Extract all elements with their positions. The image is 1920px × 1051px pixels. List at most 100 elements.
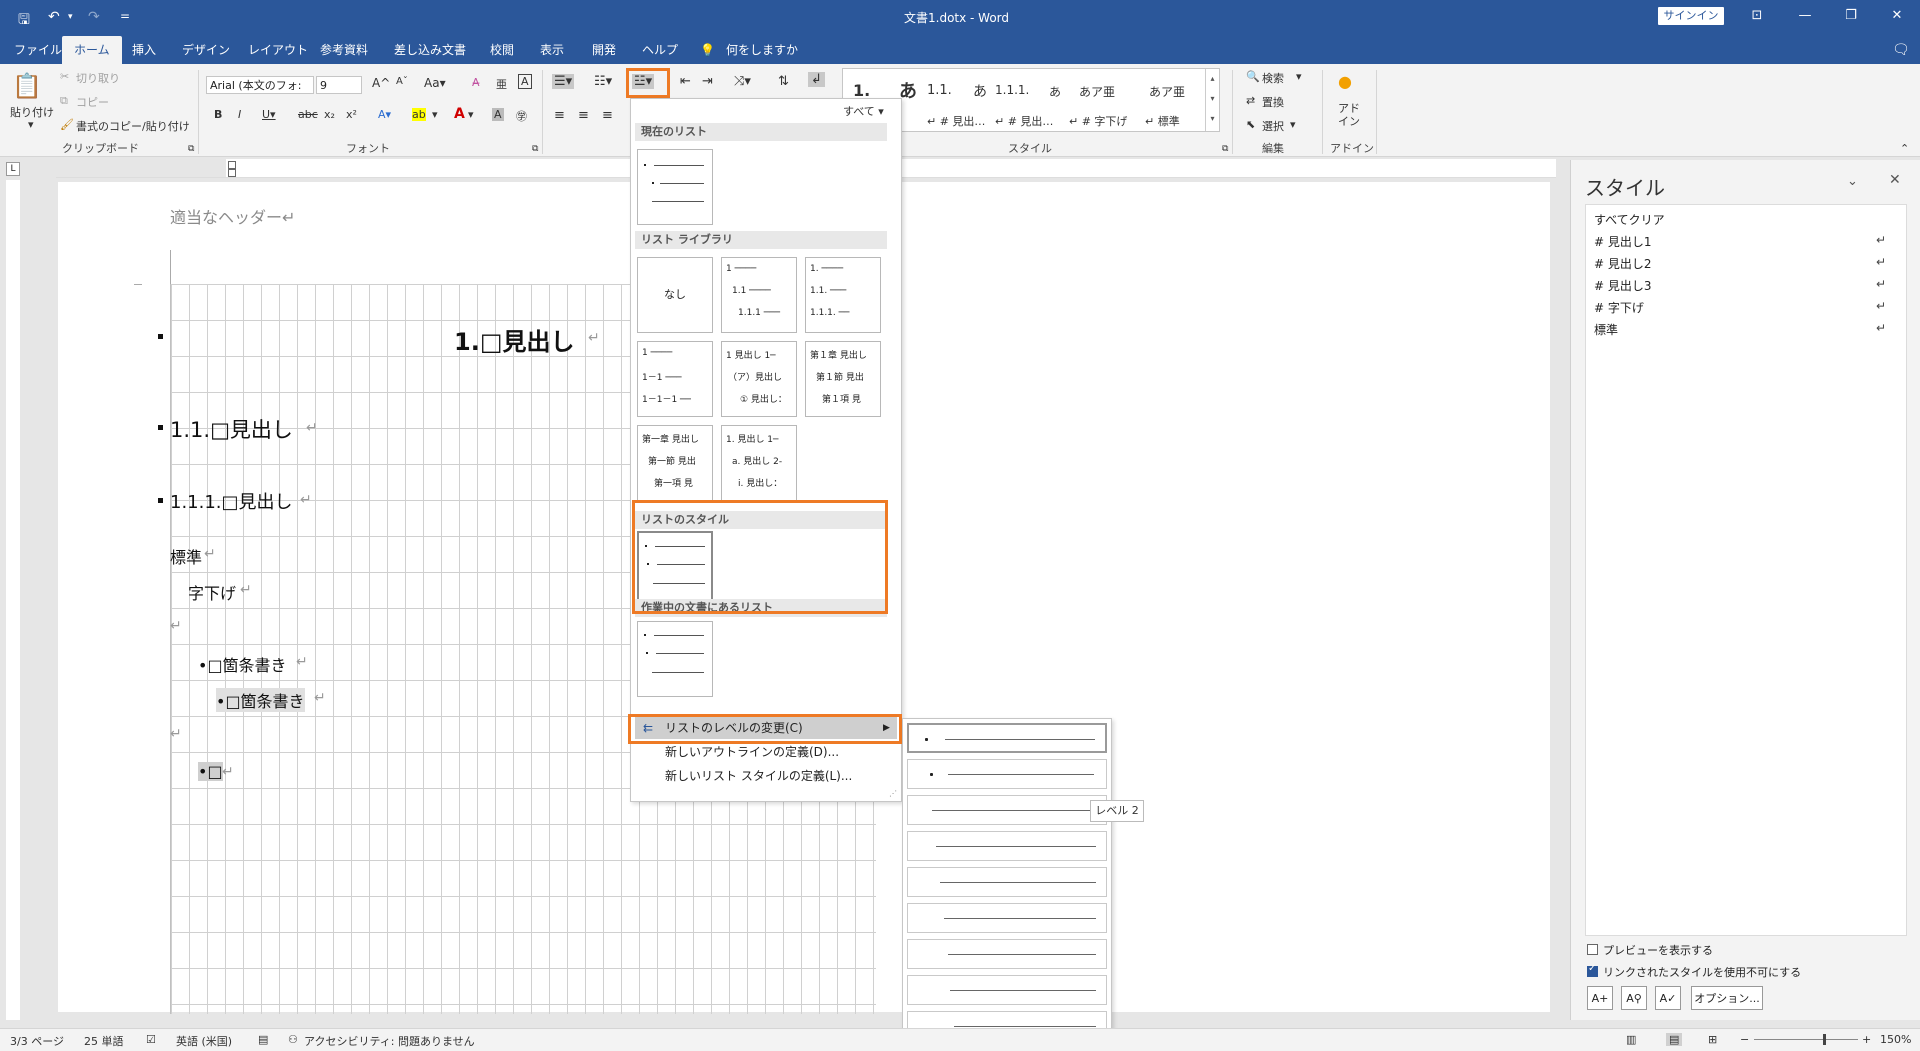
format-painter-button[interactable]: 書式のコピー/貼り付け xyxy=(76,118,190,134)
list-level-4[interactable] xyxy=(907,831,1107,861)
define-outline-menu[interactable]: 新しいアウトラインの定義(D)... xyxy=(635,741,897,763)
style-heading3-preview[interactable]: 1.1.1. xyxy=(995,83,1029,97)
style-heading2-preview[interactable]: 1.1. xyxy=(927,83,952,98)
style-indent-preview[interactable]: あア亜 xyxy=(1079,83,1115,100)
font-launcher-icon[interactable]: ⧉ xyxy=(532,144,538,154)
vertical-ruler[interactable] xyxy=(6,180,20,1020)
character-shading-icon[interactable]: A xyxy=(492,108,504,121)
style-inspector-icon[interactable]: A⚲ xyxy=(1621,986,1647,1010)
list-library-numbered-b[interactable]: 1. ──── 1.1. ─── 1.1.1. ── xyxy=(805,257,881,333)
shrink-font-icon[interactable]: Aˇ xyxy=(396,76,408,87)
indent-marker-icon[interactable] xyxy=(228,169,236,177)
zoom-out-icon[interactable]: − xyxy=(1740,1033,1749,1046)
align-left-icon[interactable]: ≡ xyxy=(554,108,565,123)
list-library-chapter-a[interactable]: 第１章 見出し 第１節 見出 第１項 見 xyxy=(805,341,881,417)
web-layout-icon[interactable]: ⊞ xyxy=(1708,1033,1717,1046)
list-filter[interactable]: すべて ▾ xyxy=(843,103,884,119)
list-library-numbered-c[interactable]: 1 ──── 1－1 ─── 1－1－1 ── xyxy=(637,341,713,417)
tab-developer[interactable]: 開発 xyxy=(590,40,618,64)
paste-icon[interactable]: 📋 xyxy=(12,72,42,100)
close-pane-icon[interactable]: ✕ xyxy=(1889,172,1901,188)
superscript-icon[interactable]: x² xyxy=(346,108,357,121)
addins-button[interactable]: アド イン xyxy=(1338,102,1360,128)
zoom-in-icon[interactable]: + xyxy=(1862,1033,1871,1046)
cut-icon[interactable]: ✂ xyxy=(60,70,69,83)
collapse-ribbon-icon[interactable]: ⌃ xyxy=(1900,142,1909,155)
find-icon[interactable]: 🔍 xyxy=(1246,70,1260,83)
bullet-item-1[interactable]: •□箇条書き xyxy=(198,652,287,676)
language-indicator[interactable]: 英語 (米国) xyxy=(176,1033,232,1049)
current-list-thumb[interactable] xyxy=(637,149,713,225)
find-button[interactable]: 検索 xyxy=(1262,70,1284,86)
style-clear-all[interactable]: すべてクリア xyxy=(1594,211,1665,228)
undo-icon[interactable]: ↶ xyxy=(48,9,60,25)
sort-icon[interactable]: ⇅ xyxy=(778,74,789,89)
zoom-slider[interactable] xyxy=(1754,1034,1858,1045)
proofing-icon[interactable]: ☑ xyxy=(146,1033,156,1046)
text-effects-icon[interactable]: A▾ xyxy=(378,108,391,121)
subscript-icon[interactable]: x₂ xyxy=(324,108,335,121)
indent-text[interactable]: 字下げ xyxy=(188,580,236,604)
list-level-3[interactable] xyxy=(907,795,1107,825)
paste-dropdown-icon[interactable]: ▾ xyxy=(28,118,34,131)
increase-indent-icon[interactable]: ⇥ xyxy=(702,74,713,89)
tab-design[interactable]: デザイン xyxy=(180,40,232,64)
resize-grip-icon[interactable]: ⋰ xyxy=(889,789,897,798)
tab-file[interactable]: ファイル xyxy=(12,40,64,64)
cut-button[interactable]: 切り取り xyxy=(76,70,120,86)
list-library-heading-a[interactable]: 1 見出し 1─ （ア）見出し ① 見出し： xyxy=(721,341,797,417)
preview-checkbox[interactable] xyxy=(1587,944,1598,955)
list-level-8[interactable] xyxy=(907,975,1107,1005)
word-count[interactable]: 25 単語 xyxy=(84,1033,124,1049)
normal-text[interactable]: 標準 xyxy=(170,544,202,568)
list-library-heading-b[interactable]: 1. 見出し 1─ a. 見出し 2- i. 見出し： xyxy=(721,425,797,501)
font-size-combo[interactable]: 9 xyxy=(316,76,362,94)
asian-layout-icon[interactable]: ⤨▾ xyxy=(734,74,751,89)
heading1-text[interactable]: 1.□見出し xyxy=(454,322,575,357)
addins-icon[interactable]: ● xyxy=(1338,72,1352,91)
tab-insert[interactable]: 挿入 xyxy=(130,40,158,64)
customize-toolbar-icon[interactable]: = xyxy=(120,9,130,23)
minimize-button[interactable]: — xyxy=(1790,6,1820,26)
numbering-icon[interactable]: ☷▾ xyxy=(594,74,612,89)
list-level-7[interactable] xyxy=(907,939,1107,969)
font-color-icon[interactable]: A xyxy=(454,106,465,122)
character-border-icon[interactable]: A xyxy=(518,74,532,89)
clipboard-launcher-icon[interactable]: ⧉ xyxy=(188,144,194,154)
undo-dropdown-icon[interactable]: ▾ xyxy=(68,12,73,22)
grow-font-icon[interactable]: A^ xyxy=(372,76,390,90)
italic-icon[interactable]: I xyxy=(238,108,241,121)
list-none-thumb[interactable]: なし xyxy=(637,257,713,333)
tab-view[interactable]: 表示 xyxy=(538,40,566,64)
style-normal[interactable]: 標準 xyxy=(1594,321,1618,338)
tab-review[interactable]: 校閲 xyxy=(488,40,516,64)
clear-formatting-icon[interactable]: A̶ xyxy=(472,76,480,89)
print-layout-icon[interactable]: ▤ xyxy=(1666,1033,1683,1046)
bold-icon[interactable]: B xyxy=(214,108,222,121)
phonetic-guide-icon[interactable]: 亜 xyxy=(496,76,507,92)
comments-icon[interactable]: 🗨 xyxy=(1890,40,1912,64)
highlight-dropdown-icon[interactable]: ▾ xyxy=(432,108,438,121)
align-right-icon[interactable]: ≡ xyxy=(602,108,613,123)
tab-help[interactable]: ヘルプ xyxy=(640,40,680,64)
style-indent[interactable]: # 字下げ xyxy=(1594,299,1644,316)
format-painter-icon[interactable]: 🖌 xyxy=(60,118,74,131)
select-dropdown-icon[interactable]: ▾ xyxy=(1290,118,1296,131)
list-library-numbered-a[interactable]: 1 ──── 1.1 ──── 1.1.1 ─── xyxy=(721,257,797,333)
style-heading2-kana-preview[interactable]: あ xyxy=(973,81,987,101)
header-text[interactable]: 適当なヘッダー↵ xyxy=(170,204,295,228)
tab-home[interactable]: ホーム xyxy=(62,36,122,64)
align-center-icon[interactable]: ≡ xyxy=(578,108,589,123)
strikethrough-icon[interactable]: abc xyxy=(298,108,318,121)
tab-selector-icon[interactable]: L xyxy=(6,162,20,176)
change-case-icon[interactable]: Aa▾ xyxy=(424,76,446,90)
empty-bullet-item[interactable]: •□ xyxy=(198,762,223,781)
style-heading-3[interactable]: # 見出し3 xyxy=(1594,277,1652,294)
style-heading3-kana-preview[interactable]: あ xyxy=(1049,83,1061,100)
save-icon[interactable]: 🖫 xyxy=(18,9,30,33)
close-button[interactable]: ✕ xyxy=(1882,6,1912,26)
tab-mailings[interactable]: 差し込み文書 xyxy=(392,40,468,64)
list-level-5[interactable] xyxy=(907,867,1107,897)
tell-me-search[interactable]: 何をしますか xyxy=(724,40,800,64)
redo-icon[interactable]: ↷ xyxy=(88,9,100,25)
